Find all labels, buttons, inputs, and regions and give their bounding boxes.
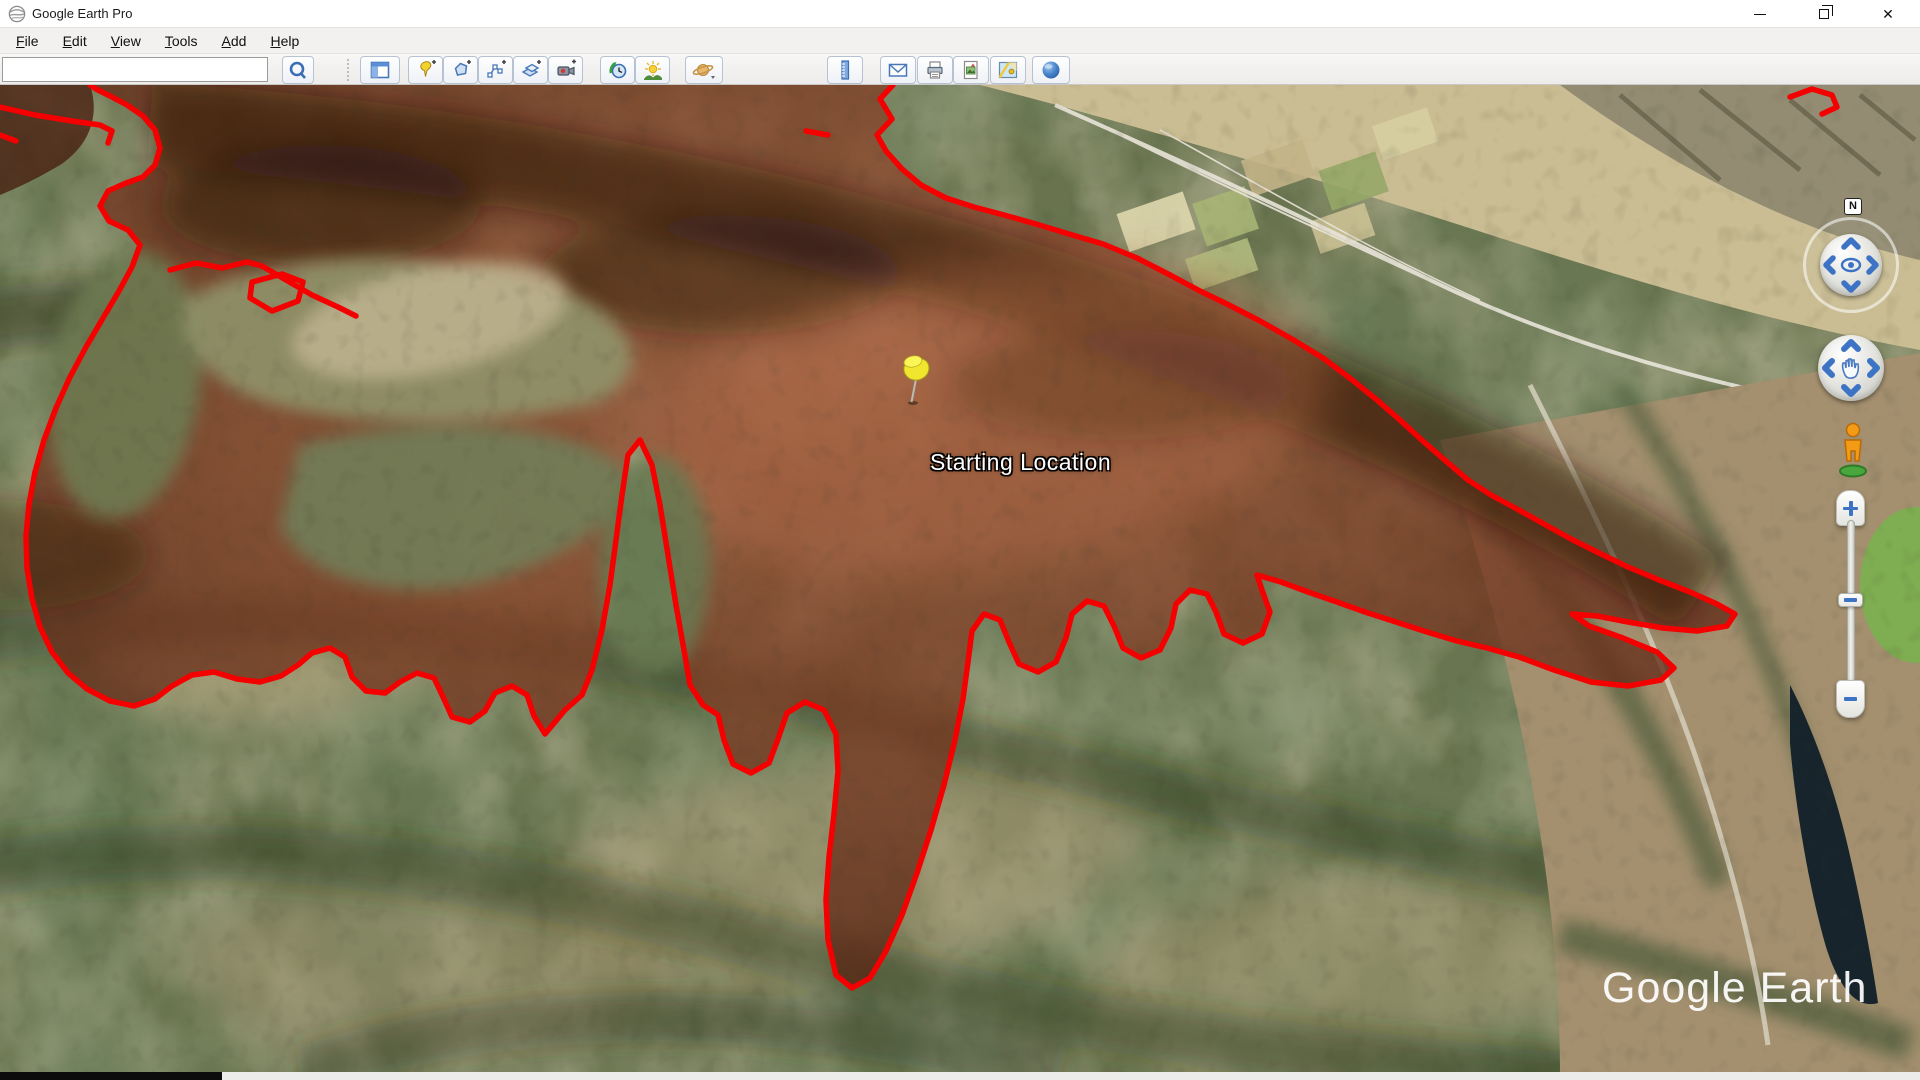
add-placemark-button[interactable] (408, 56, 443, 84)
hand-icon (1843, 359, 1859, 378)
view-in-google-maps-button[interactable] (990, 56, 1026, 84)
plus-icon (1843, 501, 1858, 516)
zoom-out-button[interactable] (1836, 680, 1865, 718)
search-button[interactable] (282, 56, 314, 84)
saturn-icon (692, 59, 716, 81)
email-button[interactable] (880, 56, 916, 84)
path-icon (485, 59, 507, 81)
globe-icon (1040, 59, 1062, 81)
minimize-button[interactable] (1728, 0, 1792, 28)
add-path-button[interactable] (478, 56, 513, 84)
ruler-button[interactable] (827, 56, 863, 84)
menu-bar: File Edit View Tools Add Help (0, 28, 1920, 54)
globe-button[interactable] (1032, 56, 1070, 84)
add-image-overlay-button[interactable] (513, 56, 548, 84)
print-button[interactable] (917, 56, 953, 84)
google-maps-icon (997, 59, 1019, 81)
title-bar: Google Earth Pro ✕ (0, 0, 1920, 28)
add-polygon-button[interactable] (443, 56, 478, 84)
close-icon: ✕ (1882, 7, 1894, 21)
close-button[interactable]: ✕ (1856, 0, 1920, 28)
image-overlay-icon (520, 59, 542, 81)
pegman[interactable] (1837, 421, 1869, 479)
map-viewport[interactable]: Google Earth Starting Location N (0, 85, 1920, 1072)
search-icon (287, 59, 309, 81)
menu-help[interactable]: Help (260, 30, 309, 52)
restore-button[interactable] (1792, 0, 1856, 28)
slider-dash-icon (1844, 598, 1857, 602)
minimize-icon (1754, 14, 1766, 15)
move-joystick-icon (1818, 335, 1884, 401)
window-bottom-edge (0, 1072, 1920, 1080)
polygon-icon (450, 59, 472, 81)
main-toolbar (0, 54, 1920, 85)
move-joystick[interactable] (1818, 335, 1884, 401)
compass-north-badge[interactable]: N (1844, 198, 1862, 215)
look-joystick[interactable] (1820, 234, 1882, 296)
google-earth-watermark: Google Earth (1602, 964, 1867, 1012)
menu-file[interactable]: File (6, 30, 49, 52)
save-image-button[interactable] (953, 56, 989, 84)
menu-tools[interactable]: Tools (155, 30, 208, 52)
window-title: Google Earth Pro (32, 6, 132, 21)
sun-icon (642, 59, 664, 81)
zoom-slider (1836, 490, 1866, 718)
email-icon (887, 59, 909, 81)
look-joystick-icon (1820, 234, 1882, 296)
record-tour-icon (555, 59, 577, 81)
menu-edit[interactable]: Edit (53, 30, 97, 52)
google-earth-window: Google Earth Pro ✕ File Edit View Tools … (0, 0, 1920, 1080)
restore-icon (1819, 9, 1829, 19)
zoom-slider-handle[interactable] (1838, 593, 1863, 607)
sidebar-icon (369, 59, 391, 81)
terrain-canvas: Google Earth (0, 85, 1920, 1072)
planets-button[interactable] (685, 56, 723, 84)
window-controls: ✕ (1728, 0, 1920, 28)
historical-imagery-button[interactable] (600, 56, 635, 84)
toggle-sidebar-button[interactable] (360, 56, 400, 84)
historical-imagery-icon (607, 59, 629, 81)
taskbar-sliver (0, 1072, 222, 1080)
record-tour-button[interactable] (548, 56, 583, 84)
ruler-icon (834, 59, 856, 81)
minus-icon (1844, 697, 1857, 701)
save-image-icon (960, 59, 982, 81)
placemark-label[interactable]: Starting Location (930, 449, 1111, 476)
menu-view[interactable]: View (101, 30, 151, 52)
toolbar-separator (347, 59, 349, 81)
sunlight-button[interactable] (635, 56, 670, 84)
print-icon (924, 59, 946, 81)
placemark-icon (415, 59, 437, 81)
menu-add[interactable]: Add (212, 30, 257, 52)
google-earth-logo-icon (8, 5, 26, 23)
search-input[interactable] (2, 57, 268, 82)
